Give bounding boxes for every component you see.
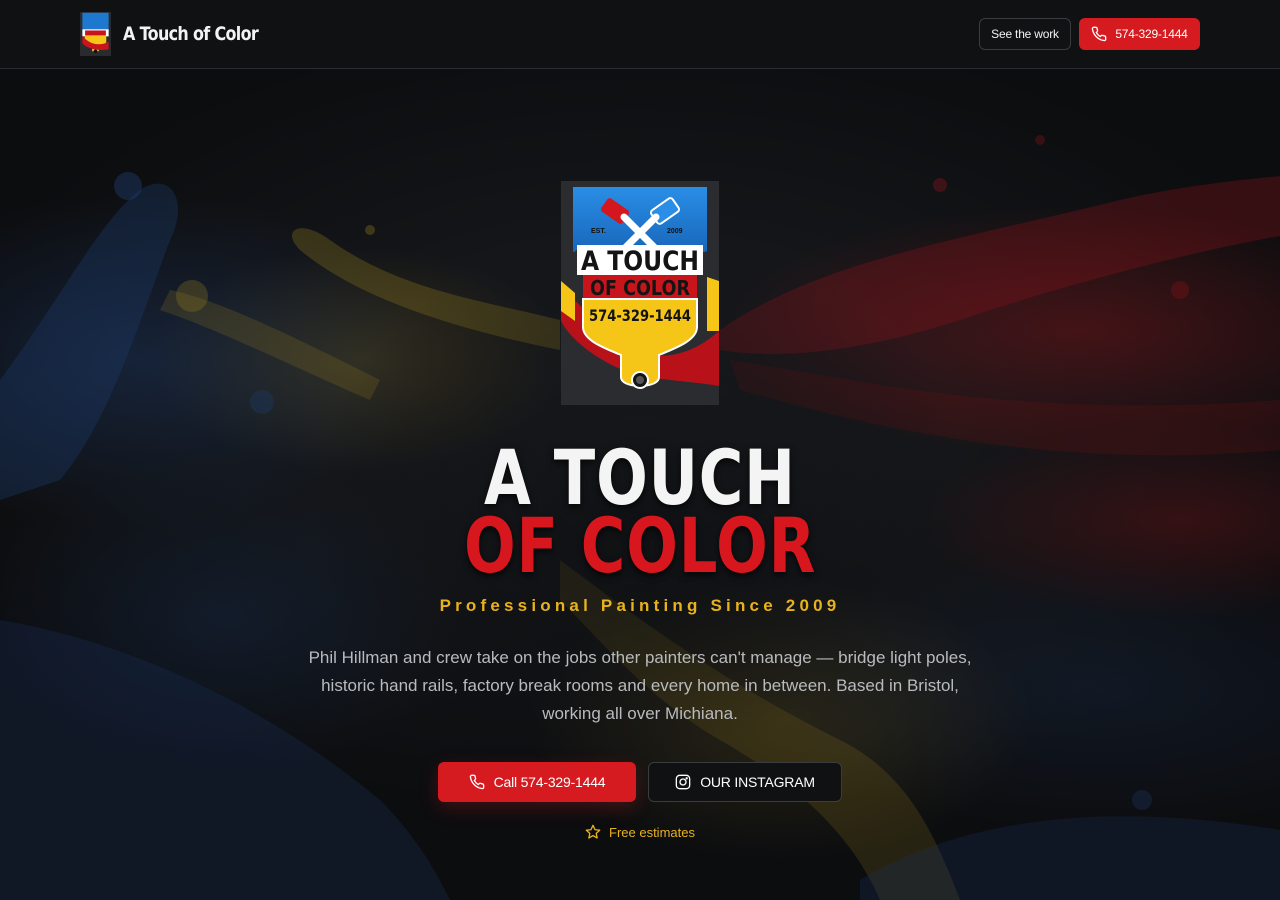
- call-button-label: Call 574-329-1444: [493, 774, 606, 790]
- free-estimates-note: Free estimates: [0, 822, 1280, 842]
- instagram-button-label: OUR INSTAGRAM: [700, 774, 815, 790]
- hero-title-line-2: OF COLOR: [463, 501, 817, 590]
- brand-name: A Touch of Color: [123, 23, 259, 45]
- instagram-icon: [675, 774, 691, 790]
- header-phone-label: 574-329-1444: [1115, 27, 1188, 41]
- star-icon: [585, 824, 601, 839]
- logo-phone-text: 574-329-1444: [589, 306, 691, 325]
- hero-logo-badge: EST. 2009 A TOUCH OF COLOR 574-329-1444: [561, 181, 719, 405]
- hero-tagline: Professional Painting Since 2009: [439, 596, 841, 615]
- brand-logo-icon: [80, 12, 111, 56]
- brand[interactable]: A Touch of Color: [80, 12, 284, 56]
- header-phone-button[interactable]: 574-329-1444: [1079, 18, 1200, 50]
- top-navigation-bar: A Touch of Color See the work 574-329-14…: [0, 0, 1280, 69]
- logo-year-text: 2009: [667, 228, 683, 235]
- call-button[interactable]: Call 574-329-1444: [438, 762, 636, 802]
- free-estimates-label: Free estimates: [609, 824, 695, 840]
- logo-line2-text: OF COLOR: [590, 276, 690, 300]
- instagram-button[interactable]: OUR INSTAGRAM: [648, 762, 842, 802]
- logo-est-text: EST.: [591, 228, 606, 235]
- phone-icon: [1092, 26, 1107, 42]
- see-the-work-button[interactable]: See the work: [979, 18, 1071, 50]
- phone-icon: [469, 774, 484, 790]
- logo-line1-text: A TOUCH: [581, 246, 699, 277]
- hero-description: Phil Hillman and crew take on the jobs o…: [308, 648, 972, 723]
